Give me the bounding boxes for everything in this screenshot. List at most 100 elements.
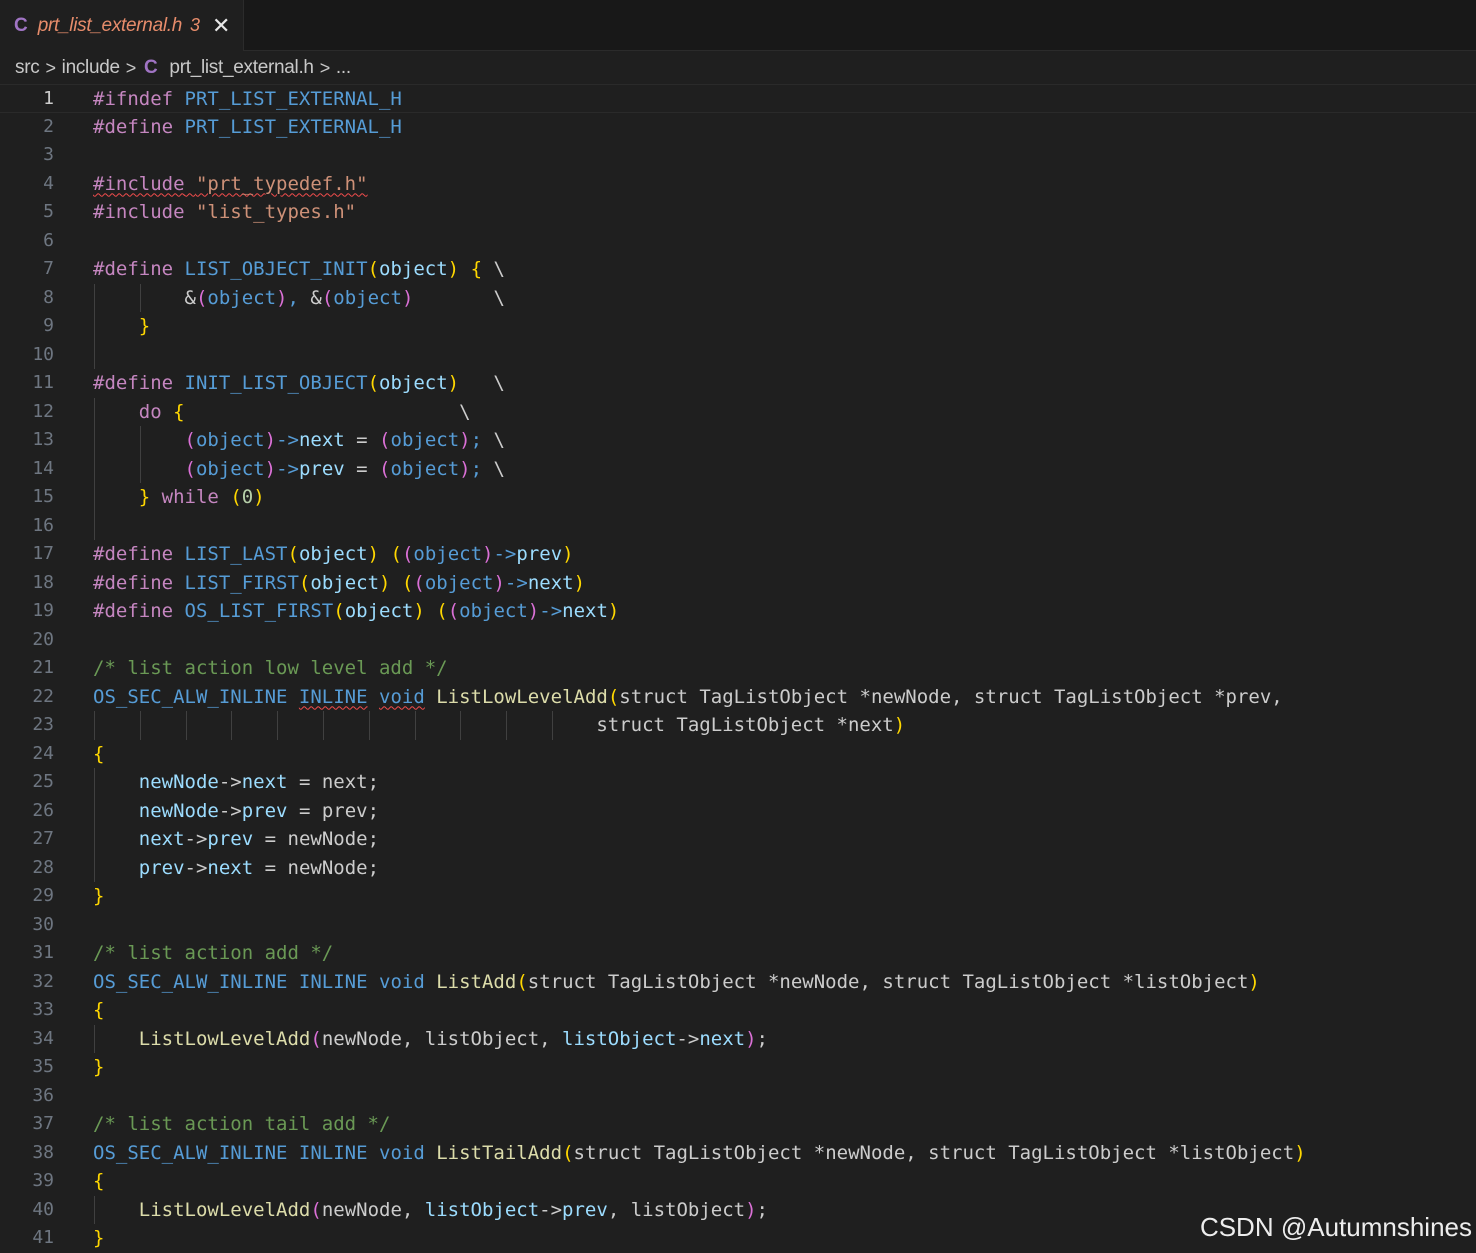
code-line[interactable]: 34 ListLowLevelAdd(newNode, listObject, … [0, 1024, 1476, 1053]
code-token: object [379, 372, 448, 394]
code-line[interactable]: 18 #define LIST_FIRST(object) ((object)->… [0, 569, 1476, 598]
code-line[interactable]: 14 (object)->prev = (object); \ [0, 454, 1476, 483]
breadcrumb-item-src[interactable]: src [15, 57, 40, 79]
code-line[interactable]: 32 OS_SEC_ALW_INLINE INLINE void ListAdd(… [0, 968, 1476, 997]
code-token: -> [539, 600, 563, 622]
editor-window: C prt_list_external.h 3 ✕ src > include … [0, 0, 1476, 1253]
code-token: object [298, 543, 368, 565]
code-line[interactable]: 9 } [0, 312, 1476, 341]
code-line[interactable]: 12 do { \ [0, 397, 1476, 427]
code-line[interactable]: 16 [0, 511, 1476, 540]
code-text: #define OS_LIST_FIRST(object) ((object)-… [93, 597, 619, 626]
code-token: object [379, 258, 448, 280]
code-token: = [344, 457, 380, 480]
code-token: ( [413, 571, 425, 594]
code-token: INIT_LIST_OBJECT [184, 372, 368, 394]
code-token: ) [573, 571, 586, 594]
close-icon[interactable]: ✕ [212, 14, 230, 37]
code-token: ( [184, 429, 196, 451]
code-token: INLINE [298, 970, 368, 993]
breadcrumb: src > include > C prt_list_external.h > … [0, 51, 1476, 85]
breadcrumb-item-symbols[interactable]: ... [336, 57, 351, 79]
line-number: 13 [32, 429, 54, 450]
code-line[interactable]: 17 #define LIST_LAST(object) ((object)->p… [0, 540, 1476, 569]
code-line[interactable]: 25 newNode->next = next; [0, 768, 1476, 797]
line-number: 35 [32, 1056, 54, 1077]
code-token: , listObject [607, 1198, 746, 1221]
code-line[interactable]: 6 [0, 227, 1476, 256]
code-token: next [562, 600, 608, 622]
code-token: ; [756, 1198, 768, 1221]
code-token: void [379, 970, 425, 993]
code-line[interactable]: 24 { [0, 740, 1476, 769]
tab-prt-list-external-h[interactable]: C prt_list_external.h 3 ✕ [0, 0, 244, 51]
code-line[interactable]: 36 [0, 1082, 1476, 1111]
code-line[interactable]: 39 { [0, 1167, 1476, 1196]
line-number: 14 [32, 457, 54, 479]
code-line[interactable]: 22 OS_SEC_ALW_INLINE INLINE void ListLowL… [0, 683, 1476, 712]
code-line[interactable]: 5 #include "list_types.h" [0, 198, 1476, 227]
code-line[interactable]: 3 [0, 141, 1476, 170]
code-token: ( [321, 286, 334, 309]
code-token: ( [310, 1027, 322, 1050]
code-line[interactable]: 2 #define PRT_LIST_EXTERNAL_H [0, 113, 1476, 142]
code-token: /* list action add */ [93, 942, 334, 964]
code-line[interactable]: 26 newNode->prev = prev; [0, 796, 1476, 826]
code-token: ListLowLevelAdd [138, 1027, 311, 1050]
code-line[interactable]: 15 } while (0) [0, 483, 1476, 512]
watermark: CSDN @Autumnshines [1199, 1212, 1472, 1242]
code-line[interactable]: 30 [0, 911, 1476, 940]
code-text: } [93, 1224, 104, 1253]
code-line[interactable]: 1 #ifndef PRT_LIST_EXTERNAL_H [0, 84, 1476, 113]
code-line[interactable]: 4 #include "prt_typedef.h" [0, 170, 1476, 199]
code-text: newNode->next = next; [93, 768, 379, 797]
code-token: object [344, 600, 414, 622]
code-line[interactable]: 10 [0, 340, 1476, 369]
code-token: next [241, 771, 288, 793]
code-editor[interactable]: 1 #ifndef PRT_LIST_EXTERNAL_H 2 #define PRT… [0, 84, 1476, 1253]
breadcrumb-item-file[interactable]: prt_list_external.h [169, 57, 314, 79]
code-line[interactable]: 33 { [0, 996, 1476, 1025]
breadcrumb-item-include[interactable]: include [62, 57, 120, 79]
code-line[interactable]: 28 prev->next = newNode; [0, 853, 1476, 882]
code-line[interactable]: 19 #define OS_LIST_FIRST(object) ((object… [0, 597, 1476, 626]
code-line[interactable]: 31 /* list action add */ [0, 939, 1476, 968]
code-token: OS_LIST_FIRST [184, 600, 334, 622]
code-token: object [195, 429, 265, 451]
line-number: 11 [32, 372, 54, 393]
code-token: ; [470, 429, 483, 451]
code-token: ; [470, 457, 483, 480]
code-token: ( [562, 1141, 574, 1164]
code-token: object [424, 571, 494, 594]
chevron-right-icon: > [125, 57, 137, 78]
code-line[interactable]: 37 /* list action tail add */ [0, 1110, 1476, 1139]
code-token: -> [184, 828, 208, 850]
code-token: ) [607, 600, 620, 622]
code-token: void [379, 1141, 425, 1164]
code-line[interactable]: 20 [0, 626, 1476, 655]
code-line[interactable]: 23 struct TagListObject *next) [0, 711, 1476, 740]
code-text: &(object), &(object) \ [93, 284, 505, 313]
code-line[interactable]: 27 next->prev = newNode; [0, 825, 1476, 854]
code-line[interactable]: 7 #define LIST_OBJECT_INIT(object) { \ [0, 255, 1476, 284]
code-line[interactable]: 29} [0, 882, 1476, 911]
code-line[interactable]: 35} [0, 1053, 1476, 1082]
code-line[interactable]: 11 #define INIT_LIST_OBJECT(object) \ [0, 369, 1476, 398]
code-token: ( [184, 457, 196, 480]
code-token: -> [493, 543, 517, 565]
code-line[interactable]: 13 (object)->next = (object); \ [0, 426, 1476, 455]
code-text: do { \ [93, 398, 471, 427]
code-line[interactable]: 8 &(object), &(object) \ [0, 283, 1476, 313]
code-line[interactable]: 21 /* list action low level add */ [0, 654, 1476, 683]
code-text: (object)->next = (object); \ [93, 426, 505, 455]
code-text: newNode->prev = prev; [93, 797, 379, 826]
code-line[interactable]: 38 OS_SEC_ALW_INLINE INLINE void ListTail… [0, 1139, 1476, 1168]
